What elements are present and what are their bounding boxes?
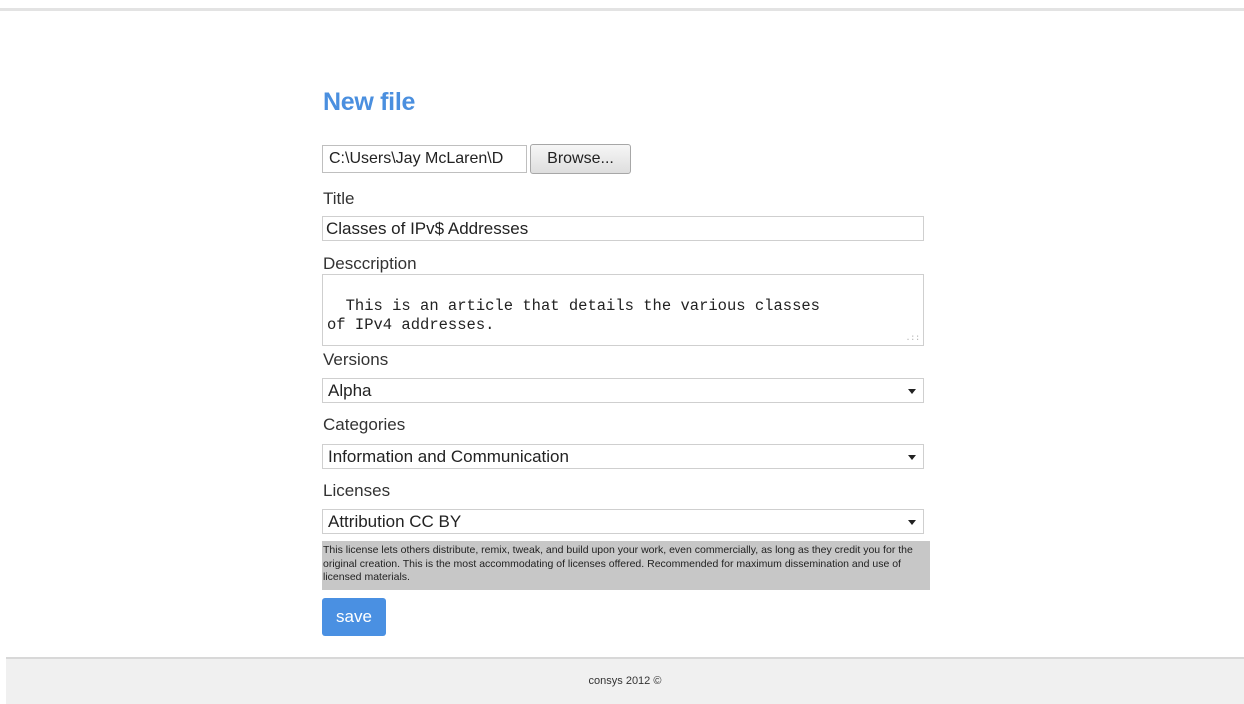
categories-select[interactable]: Information and Communication <box>322 444 924 469</box>
description-text: This is an article that details the vari… <box>327 297 820 334</box>
chevron-down-icon <box>908 389 916 394</box>
save-button[interactable]: save <box>322 598 386 636</box>
top-divider <box>0 8 1244 11</box>
footer-copyright: consys 2012 © <box>588 675 662 687</box>
title-input[interactable]: Classes of IPv$ Addresses <box>322 216 924 241</box>
versions-select[interactable]: Alpha <box>322 378 924 403</box>
chevron-down-icon <box>908 520 916 525</box>
versions-selected-value: Alpha <box>328 381 372 400</box>
description-textarea[interactable]: This is an article that details the vari… <box>322 274 924 346</box>
categories-selected-value: Information and Communication <box>328 447 569 466</box>
description-label: Desccription <box>323 254 417 273</box>
resize-grip-icon[interactable]: .:: <box>906 335 920 343</box>
categories-label: Categories <box>323 415 406 434</box>
title-label: Title <box>323 189 355 208</box>
licenses-label: Licenses <box>323 481 391 500</box>
license-description: This license lets others distribute, rem… <box>322 541 930 590</box>
page-title: New file <box>323 88 416 116</box>
licenses-selected-value: Attribution CC BY <box>328 512 462 531</box>
licenses-select[interactable]: Attribution CC BY <box>322 509 924 534</box>
chevron-down-icon <box>908 455 916 460</box>
versions-label: Versions <box>323 350 389 369</box>
footer: consys 2012 © <box>6 657 1244 704</box>
browse-button[interactable]: Browse... <box>530 144 631 174</box>
file-path-input[interactable]: C:\Users\Jay McLaren\D <box>322 145 527 173</box>
